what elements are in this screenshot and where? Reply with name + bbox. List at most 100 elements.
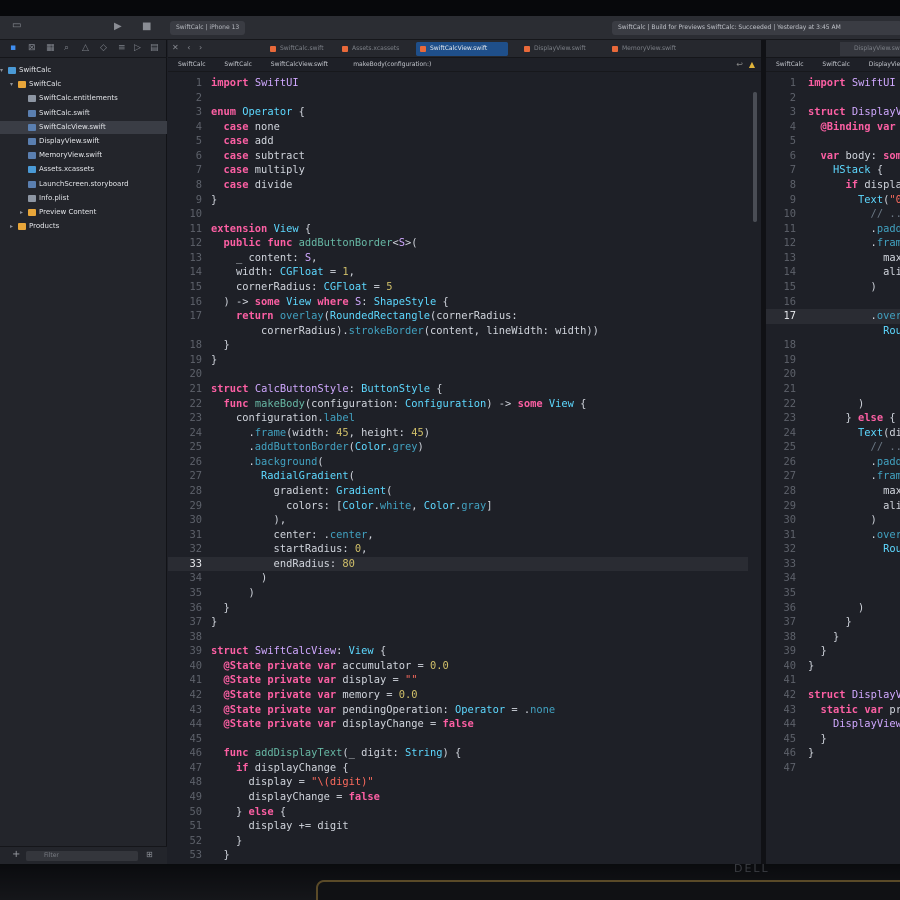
code-line[interactable]: 17 .overlay( [766, 309, 900, 324]
file-tree-item[interactable]: SwiftCalcView.swift [0, 120, 167, 134]
code-line[interactable]: 37 } [766, 615, 900, 630]
disclosure-icon[interactable]: ▾ [10, 78, 13, 91]
code-line[interactable]: 29 colors: [Color.white, Color.gray] [168, 499, 748, 514]
report-icon[interactable]: ▤ [150, 43, 159, 53]
code-line[interactable]: 22 ) [766, 397, 900, 412]
code-line[interactable]: 5 [766, 134, 900, 149]
breadcrumb-item[interactable]: DisplayView.swift [869, 58, 900, 71]
code-line[interactable]: 40 @State private var accumulator = 0.0 [168, 659, 748, 674]
breadcrumb-item[interactable]: SwiftCalc [224, 58, 252, 72]
search-icon[interactable]: ⌕ [64, 43, 69, 53]
code-line[interactable]: 53 } [168, 848, 748, 863]
warning-icon[interactable]: △ [82, 43, 89, 53]
code-line[interactable]: 30 ), [168, 513, 748, 528]
code-line[interactable]: 3 struct DisplayView: View { [766, 105, 900, 120]
file-tree-item[interactable]: ▾ SwiftCalc [0, 64, 167, 77]
code-line[interactable]: 37} [168, 615, 748, 630]
code-line[interactable]: 38 } [766, 630, 900, 645]
code-line[interactable]: 33 [766, 557, 900, 572]
code-line[interactable]: 8 if display.isEmpty { [766, 178, 900, 193]
code-line[interactable]: 24 .frame(width: 45, height: 45) [168, 426, 748, 441]
code-line[interactable]: 4 case none [168, 120, 748, 135]
code-line[interactable]: 45 [168, 732, 748, 747]
code-line[interactable]: 40} [766, 659, 900, 674]
breakpoint-icon[interactable]: ▷ [134, 43, 141, 53]
code-line[interactable]: 15 ) [766, 280, 900, 295]
filter-options-icon[interactable]: ⊞ [146, 850, 153, 859]
code-line[interactable]: 41 @State private var display = "" [168, 673, 748, 688]
editor-tab[interactable]: Assets.xcassets [338, 42, 418, 56]
code-line[interactable]: 31 .overlay( [766, 528, 900, 543]
scheme-selector[interactable]: SwiftCalc | iPhone 13 [170, 21, 246, 35]
code-line[interactable]: 11 .padding() [766, 222, 900, 237]
code-line[interactable]: cornerRadius).strokeBorder(content, line… [168, 324, 748, 339]
code-line[interactable]: 21 [766, 382, 900, 397]
code-line[interactable]: 29 alignment: .trailing [766, 499, 900, 514]
add-icon[interactable]: + [12, 849, 20, 860]
code-line[interactable]: 4 @Binding var display: String [766, 120, 900, 135]
code-line[interactable]: 30 ) [766, 513, 900, 528]
code-line[interactable]: 42 @State private var memory = 0.0 [168, 688, 748, 703]
back-icon[interactable]: ↩ [736, 58, 743, 72]
code-line[interactable]: 23 configuration.label [168, 411, 748, 426]
code-line[interactable]: 44 DisplayView(display: .constant("")) [766, 717, 900, 732]
code-line[interactable]: 27 .frame( [766, 469, 900, 484]
disclosure-icon[interactable]: ▾ [0, 64, 3, 77]
breadcrumb-item[interactable]: SwiftCalcView.swift [271, 58, 328, 72]
code-line[interactable]: 32 RoundedRectangle(cornerRadius: 8) [766, 542, 900, 557]
code-line[interactable]: 21 struct CalcButtonStyle: ButtonStyle { [168, 382, 748, 397]
code-line[interactable]: 6 var body: some View { [766, 149, 900, 164]
code-line[interactable]: 1 import SwiftUI [168, 76, 748, 91]
code-line[interactable]: 24 Text(display) [766, 426, 900, 441]
code-line[interactable]: 35 ) [168, 586, 748, 601]
tab-navigation-icon[interactable]: ✕ ‹ › [172, 43, 205, 52]
editor-tab[interactable]: SwiftCalcView.swift [416, 42, 508, 56]
code-line[interactable]: 18 [766, 338, 900, 353]
code-line[interactable]: 50 } else { [168, 805, 748, 820]
file-tree-item[interactable]: ▸ Preview Content [0, 206, 167, 219]
breadcrumb-item[interactable]: SwiftCalc [776, 58, 804, 71]
code-line[interactable]: 28 maxWidth: .infinity, [766, 484, 900, 499]
breadcrumb-item[interactable]: SwiftCalc [178, 58, 206, 72]
code-line[interactable]: 16 [766, 295, 900, 310]
editor-tab[interactable]: DisplayView.swift [840, 42, 900, 56]
code-line[interactable]: 39 struct SwiftCalcView: View { [168, 644, 748, 659]
code-line[interactable]: 20 [766, 367, 900, 382]
editor-tab[interactable]: MemoryView.swift [608, 42, 688, 56]
filter-input[interactable]: Filter [26, 851, 138, 861]
warning-icon[interactable]: ▲ [749, 58, 755, 72]
code-line[interactable]: 46 func addDisplayText(_ digit: String) … [168, 746, 748, 761]
file-tree-item[interactable]: Info.plist [0, 192, 167, 205]
source-code-area[interactable]: 1 import SwiftUI 2 3 enum Operator {4 case n… [168, 72, 748, 864]
code-line[interactable]: 5 case add [168, 134, 748, 149]
code-line[interactable]: 51 display += digit [168, 819, 748, 834]
scrollbar[interactable] [753, 92, 757, 222]
code-line[interactable]: 26 .background( [168, 455, 748, 470]
code-line[interactable]: 46} [766, 746, 900, 761]
code-line[interactable]: 32 startRadius: 0, [168, 542, 748, 557]
stop-icon[interactable]: ■ [142, 21, 151, 32]
source-code-area[interactable]: 1import SwiftUI23struct DisplayView: Vie… [766, 72, 900, 864]
code-line[interactable]: 52 } [168, 834, 748, 849]
code-line[interactable]: 45 } [766, 732, 900, 747]
code-line[interactable]: 25 // ... [766, 440, 900, 455]
code-line[interactable]: 35 [766, 586, 900, 601]
code-line[interactable]: 18 } [168, 338, 748, 353]
code-line[interactable]: 7 HStack { [766, 163, 900, 178]
code-line[interactable]: 38 [168, 630, 748, 645]
play-icon[interactable]: ▶ [114, 21, 122, 32]
file-tree-item[interactable]: ▸ Products [0, 220, 167, 233]
symbol-icon[interactable]: ▦ [46, 43, 55, 53]
test-icon[interactable]: ◇ [100, 43, 107, 53]
code-line[interactable]: 13 maxWidth: .infinity, [766, 251, 900, 266]
code-line[interactable]: 10 [168, 207, 748, 222]
code-line[interactable]: 49 displayChange = false [168, 790, 748, 805]
code-line[interactable]: 33 endRadius: 80 [168, 556, 748, 572]
code-line[interactable]: 23 } else { [766, 411, 900, 426]
code-line[interactable]: 9 Text("0") [766, 193, 900, 208]
sidebar-toggle-icon[interactable]: ▭ [12, 20, 21, 31]
code-line[interactable]: 47 [766, 761, 900, 776]
code-line[interactable]: 17 return overlay(RoundedRectangle(corne… [168, 309, 748, 324]
code-line[interactable]: 26 .padding() [766, 455, 900, 470]
code-line[interactable]: 1 import SwiftUI [766, 76, 900, 91]
